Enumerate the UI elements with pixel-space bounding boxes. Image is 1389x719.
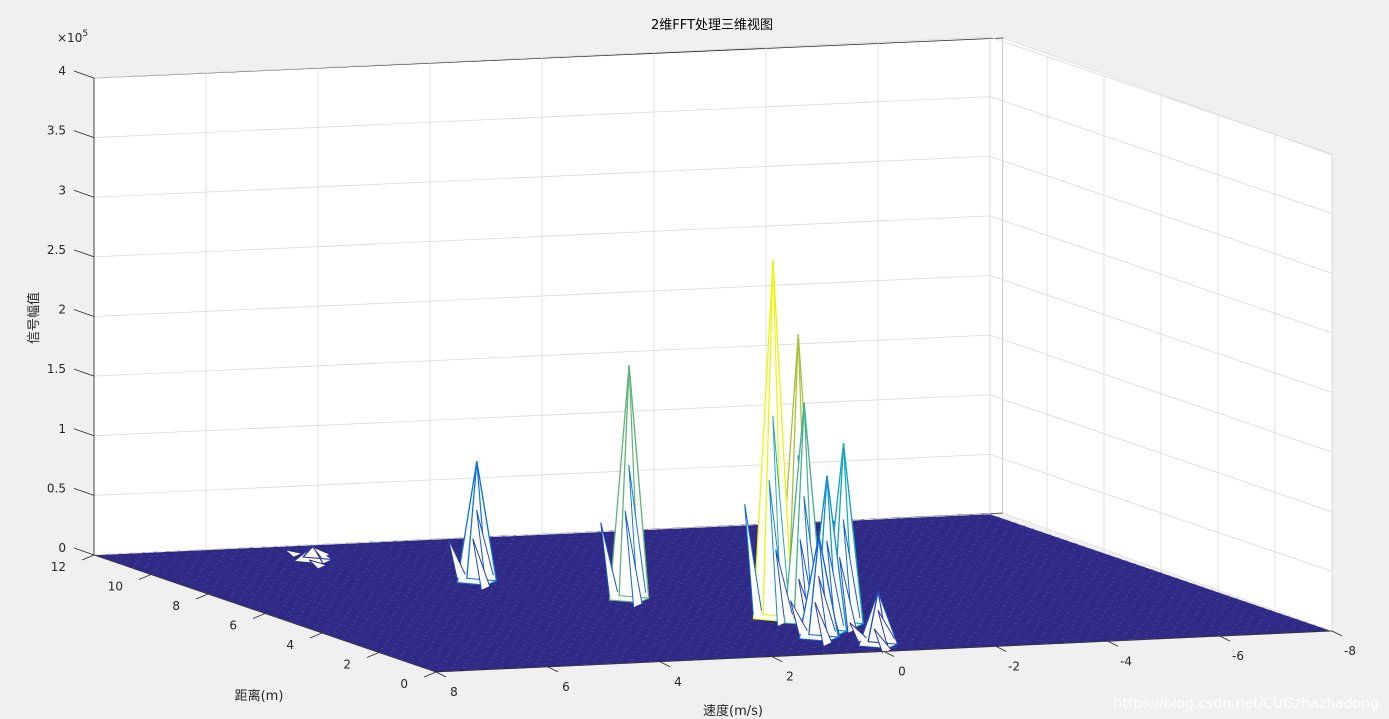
y-tick-mark: [195, 593, 209, 600]
x-tick-mark: [1219, 635, 1231, 642]
y-tick-label: 10: [108, 580, 123, 594]
x-tick-mark: [1107, 640, 1119, 647]
z-tick-label: 0.5: [47, 481, 66, 495]
z-tick-label: 3: [58, 183, 66, 197]
z-tick-mark: [73, 70, 95, 79]
x-tick-label: -8: [1344, 644, 1356, 658]
y-axis-label: 距离(m): [235, 688, 284, 704]
z-tick-mark: [73, 428, 95, 437]
z-tick-label: 3.5: [47, 124, 66, 138]
z-tick-label: 1: [58, 422, 66, 436]
y-tick-mark: [366, 652, 380, 658]
z-exponent-label: ×105: [57, 29, 88, 45]
x-tick-label: 2: [786, 670, 794, 684]
y-tick-label: 8: [172, 599, 180, 613]
y-tick-label: 6: [229, 619, 237, 633]
x-tick-mark: [771, 656, 783, 662]
x-tick-mark: [547, 666, 559, 673]
z-axis-label: 信号幅值: [26, 292, 42, 344]
surface-plot: 00.511.522.533.548 6 4 2 0 -2 -4 -6 -8024681012 …: [26, 18, 1379, 719]
x-tick-mark: [883, 651, 895, 657]
z-tick-mark: [73, 189, 95, 198]
z-tick-mark: [73, 368, 95, 377]
z-tick-label: 1.5: [47, 362, 66, 376]
back-wall-left: [93, 37, 1004, 556]
x-tick-mark: [1331, 630, 1343, 637]
x-tick-label: 6: [562, 680, 570, 694]
x-tick-mark: [435, 671, 447, 678]
y-tick-mark: [252, 613, 266, 619]
x-tick-label: 8: [450, 685, 458, 699]
z-tick-mark: [73, 130, 95, 139]
z-tick-label: 2.5: [47, 243, 66, 257]
z-tick-mark: [73, 547, 95, 556]
x-tick-label: 0: [898, 665, 906, 679]
z-tick-label: 0: [58, 541, 66, 555]
y-tick-label: 2: [343, 658, 351, 672]
x-tick-label: 4: [674, 675, 682, 689]
x-tick-mark: [659, 661, 671, 668]
y-tick-label: 0: [400, 677, 408, 691]
y-tick-mark: [81, 554, 95, 561]
z-tick-mark: [73, 249, 95, 258]
x-axis-label: 速度(m/s): [703, 703, 763, 719]
chart-title: 2维FFT处理三维视图: [651, 18, 773, 33]
y-tick-mark: [423, 671, 437, 678]
figure-window: 0 0.5 1 1.5 2 2.5 3 3.5 4 8 6 4 2 0 -2 -4 -6 -8 0 2 4 6 8 10 12 …: [0, 0, 1389, 719]
y-tick-mark: [309, 632, 323, 639]
x-tick-label: -6: [1232, 649, 1244, 663]
y-tick-label: 12: [51, 560, 66, 574]
x-tick-label: -2: [1008, 659, 1020, 673]
y-tick-mark: [138, 574, 152, 580]
x-tick-mark: [995, 646, 1007, 652]
z-tick-label: 4: [58, 64, 66, 78]
z-tick-mark: [73, 309, 95, 317]
watermark: https://blog.csdn.net/CUGzhazhadong: [1114, 696, 1379, 712]
z-tick-label: 2: [58, 303, 66, 317]
y-tick-label: 4: [286, 638, 294, 652]
x-tick-label: -4: [1120, 654, 1132, 668]
z-tick-mark: [73, 487, 95, 496]
